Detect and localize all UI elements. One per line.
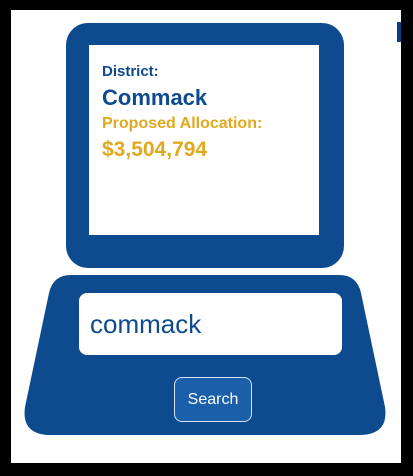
search-input[interactable] (79, 293, 342, 355)
edge-strip-accent (397, 22, 401, 42)
district-name: Commack (102, 85, 208, 110)
widget-frame: District: Commack Proposed Allocation: $… (11, 10, 396, 463)
monitor-illustration: District: Commack Proposed Allocation: $… (66, 23, 344, 268)
search-button[interactable]: Search (174, 377, 252, 422)
allocation-value: $3,504,794 (102, 138, 208, 161)
district-label: District: (102, 63, 159, 80)
monitor-screen: District: Commack Proposed Allocation: $… (89, 45, 319, 235)
edge-strip (396, 10, 401, 463)
allocation-label: Proposed Allocation: (102, 115, 263, 132)
